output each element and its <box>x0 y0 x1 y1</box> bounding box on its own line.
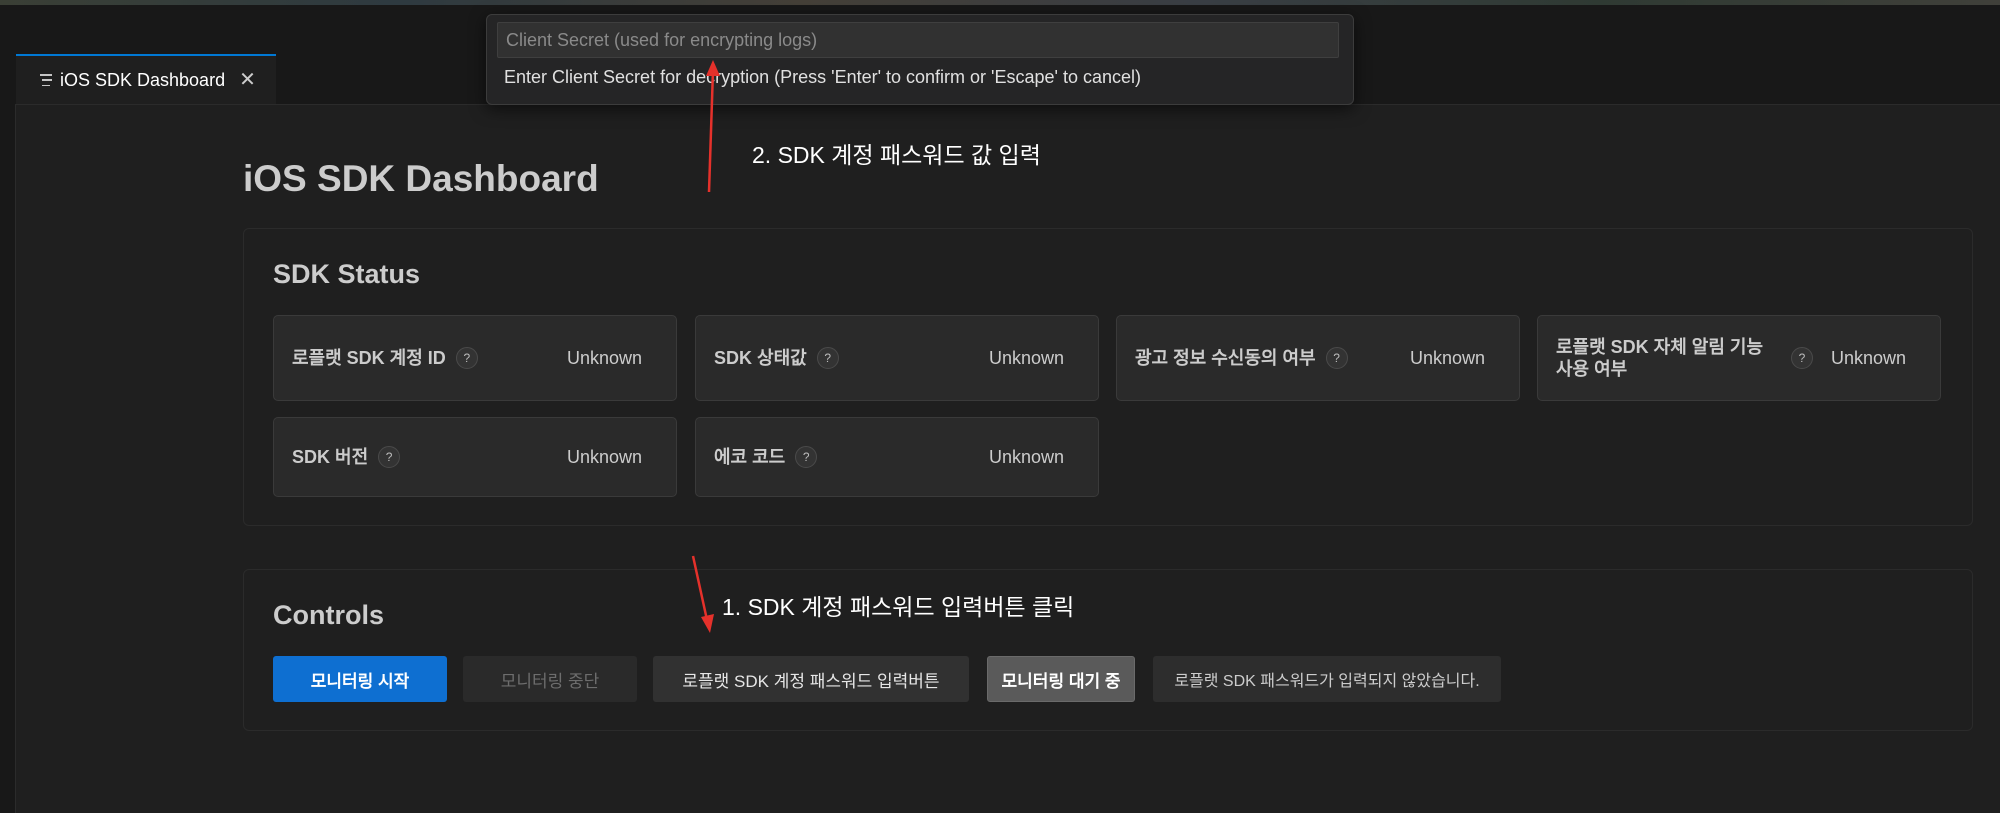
annotation-arrows <box>691 60 720 633</box>
arrowhead-icon <box>701 614 714 633</box>
arrow-step-2 <box>707 69 715 193</box>
arrow-step-1 <box>691 555 709 621</box>
arrowhead-icon <box>706 60 720 76</box>
